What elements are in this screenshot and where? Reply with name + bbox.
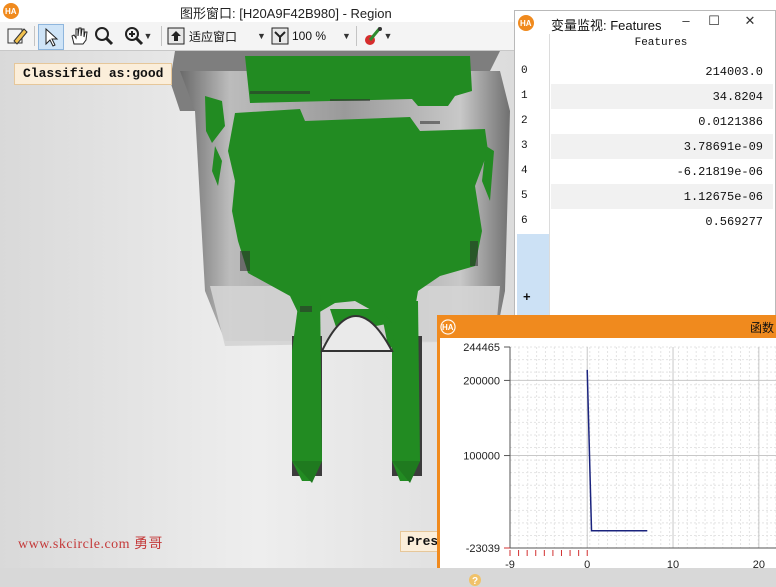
feature-row-index: 5 (521, 190, 528, 202)
chevron-down-icon: ▼ (143, 31, 153, 41)
zoom-percent-button[interactable] (268, 24, 292, 48)
zoom-percent-value: 100 % (292, 29, 327, 43)
graphics-window-title: 图形窗口: [H20A9F42B980] - Region (180, 6, 392, 21)
feature-row[interactable]: 2 0.0121386 (521, 109, 773, 134)
fit-window-icon (167, 27, 185, 45)
pencil-icon (7, 28, 28, 45)
y-tick-label: 244465 (463, 342, 500, 354)
feature-row-value: 34.8204 (712, 90, 763, 104)
feature-row-value: 214003.0 (705, 65, 763, 79)
feature-row[interactable]: 0 214003.0 (521, 59, 773, 84)
function-window-titlebar[interactable]: HA 函数 (437, 315, 776, 337)
close-icon[interactable]: ✕ (739, 13, 761, 29)
feature-row[interactable]: 5 1.12675e-06 (521, 184, 773, 209)
zoom-percent-icon (271, 27, 289, 45)
color-tool-button[interactable]: ▼ (360, 24, 394, 48)
classification-label: Classified as:good (14, 63, 173, 85)
feature-row-index: 6 (521, 215, 528, 227)
fit-window-dropdown[interactable]: 适应窗口 ▼ (189, 27, 267, 45)
minimize-icon[interactable]: – (675, 13, 697, 29)
feature-row-value: 0.569277 (705, 215, 763, 229)
feature-row[interactable]: 1 34.8204 (521, 84, 773, 109)
fit-window-label: 适应窗口 (189, 29, 238, 44)
selected-gutter-row[interactable] (517, 234, 549, 315)
feature-row-value: -6.21819e-06 (676, 165, 763, 179)
feature-row[interactable]: 3 3.78691e-09 (521, 134, 773, 159)
function-window-title: 函数 (750, 321, 775, 335)
zoom-dropdown-button[interactable]: ▼ (118, 24, 158, 48)
pointer-icon (45, 27, 59, 47)
magnify-tool-button[interactable] (92, 24, 116, 48)
zoom-in-icon (124, 27, 143, 46)
pointer-tool-button[interactable] (38, 24, 64, 50)
x-tick-label: 0 (584, 559, 590, 568)
features-column-header: Features (634, 37, 688, 49)
svg-text:HA: HA (442, 323, 454, 332)
y-tick-label: 100000 (463, 451, 500, 463)
chevron-down-icon: ▼ (342, 31, 351, 41)
pan-tool-button[interactable] (66, 24, 90, 48)
watermark-text: www.skcircle.com 勇哥 (18, 537, 164, 552)
halcon-logo-icon: HA (2, 2, 20, 23)
feature-row[interactable]: 6 0.569277 (521, 209, 773, 234)
y-tick-label: -23039 (466, 543, 500, 555)
pencil-tool-button[interactable] (4, 24, 30, 48)
halcon-logo-icon: HA (517, 14, 535, 35)
variable-monitor-titlebar[interactable]: HA 变量监视: Features – ☐ ✕ (515, 11, 775, 33)
x-tick-label: -9 (505, 559, 515, 568)
zoom-percent-dropdown[interactable]: 100 % ▼ (292, 27, 352, 45)
svg-text:HA: HA (5, 7, 17, 16)
feature-row-index: 0 (521, 65, 528, 77)
x-tick-label: 10 (667, 559, 679, 568)
svg-text:HA: HA (520, 19, 532, 28)
feature-row-index: 4 (521, 165, 528, 177)
feature-row[interactable]: 4 -6.21819e-06 (521, 159, 773, 184)
function-plot[interactable]: 244465 200000 100000 -23039 -9 0 10 20 ? (440, 338, 776, 587)
magnifier-icon (95, 27, 114, 46)
feature-row-value: 3.78691e-09 (683, 140, 763, 154)
feature-row-index: 1 (521, 90, 528, 102)
function-plot-svg: 244465 200000 100000 -23039 -9 0 10 20 (463, 342, 776, 568)
function-window: HA 函数 244465 200000 100000 -23039 -9 0 10 20 ? (437, 315, 776, 587)
function-series-line (586, 369, 648, 532)
feature-row-value: 0.0121386 (698, 115, 763, 129)
hand-icon (71, 27, 88, 45)
feature-row-index: 2 (521, 115, 528, 127)
variable-monitor-title: 变量监视: Features (551, 18, 662, 33)
halcon-logo-icon: HA (439, 318, 457, 339)
feature-row-index: 3 (521, 140, 528, 152)
y-tick-label: 200000 (463, 375, 500, 387)
svg-text:?: ? (472, 576, 478, 587)
feature-row-value: 1.12675e-06 (683, 190, 763, 204)
color-picker-icon (364, 27, 382, 45)
variable-monitor-window: HA 变量监视: Features – ☐ ✕ + Features 0 2140… (514, 10, 776, 316)
chevron-down-icon: ▼ (257, 31, 266, 41)
add-row-button[interactable]: + (523, 289, 531, 304)
chevron-down-icon: ▼ (383, 31, 393, 41)
fit-window-button[interactable] (164, 24, 188, 48)
maximize-icon[interactable]: ☐ (703, 13, 725, 29)
x-tick-label: 20 (753, 559, 765, 568)
